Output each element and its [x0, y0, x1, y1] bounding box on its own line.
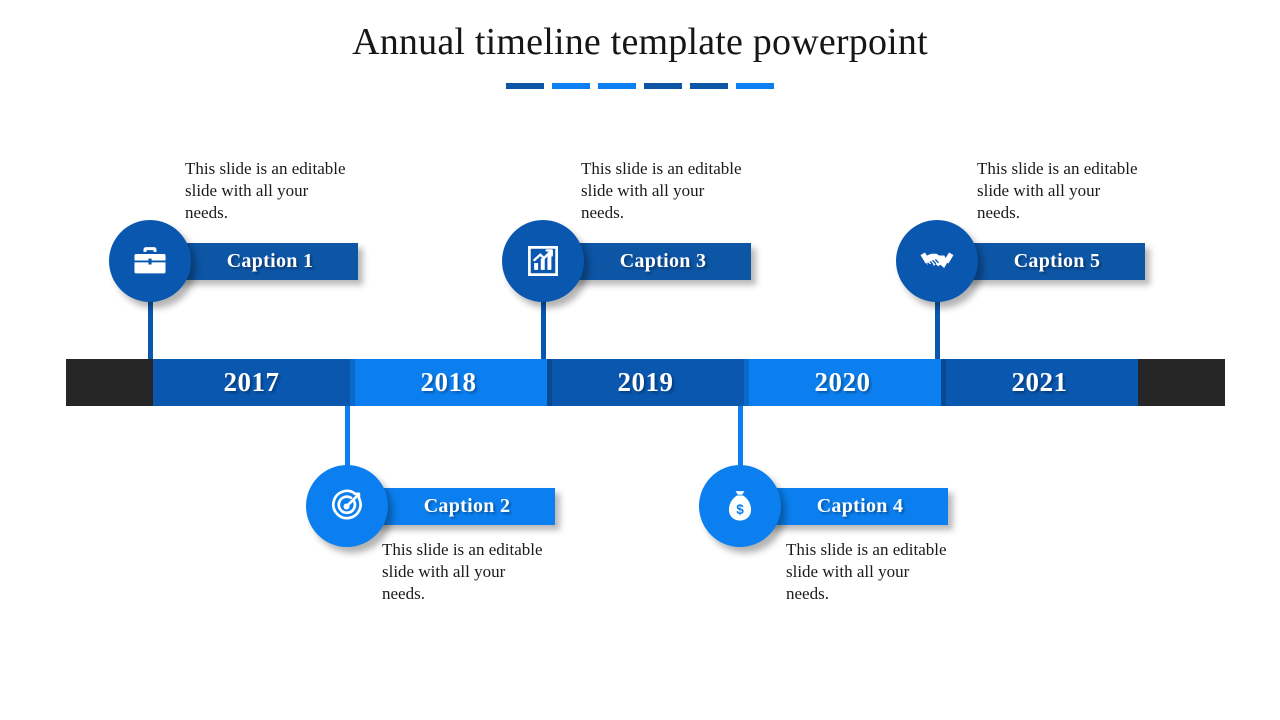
- item-description-3: This slide is an editable slide with all…: [581, 159, 742, 222]
- title-dash-2: [552, 83, 590, 89]
- year-label-2018: 2018: [420, 367, 477, 397]
- page-title: Annual timeline template powerpoint: [352, 21, 928, 63]
- caption-label-2: Caption 2: [423, 494, 511, 517]
- title-dash-6: [736, 83, 774, 89]
- caption-box-1[interactable]: Caption 1: [164, 242, 358, 280]
- year-label-2021: 2021: [1011, 367, 1068, 397]
- caption-box-3[interactable]: Caption 3: [557, 242, 751, 280]
- timeline-segment-2019[interactable]: 2019: [547, 359, 744, 406]
- caption-label-3: Caption 3: [619, 249, 707, 272]
- timeline-end-cap-left: [66, 359, 153, 406]
- title-dash-5: [690, 83, 728, 89]
- timeline-bar: 2017 2018 2019 2020 2021: [66, 359, 1225, 406]
- title-underline-dashes: [0, 83, 1280, 89]
- timeline-segment-2018[interactable]: 2018: [350, 359, 547, 406]
- title-dash-4: [644, 83, 682, 89]
- milestone-5[interactable]: Caption 5: [896, 220, 1145, 302]
- title-dash-1: [506, 83, 544, 89]
- slide-canvas: Annual timeline template powerpoint 2017…: [0, 0, 1280, 720]
- bar-chart-icon[interactable]: [502, 220, 584, 302]
- milestone-4[interactable]: $ Caption 4: [699, 465, 948, 547]
- timeline-segment-2020[interactable]: 2020: [744, 359, 941, 406]
- caption-label-1: Caption 1: [226, 249, 314, 272]
- item-description-1: This slide is an editable slide with all…: [185, 159, 346, 222]
- money-bag-icon[interactable]: $: [699, 465, 781, 547]
- timeline-segment-2017[interactable]: 2017: [153, 359, 350, 406]
- item-description-4: This slide is an editable slide with all…: [786, 540, 947, 603]
- title-dash-3: [598, 83, 636, 89]
- caption-box-2[interactable]: Caption 2: [361, 487, 555, 525]
- milestone-2[interactable]: Caption 2: [306, 465, 555, 547]
- timeline-segment-2021[interactable]: 2021: [941, 359, 1138, 406]
- milestone-1[interactable]: Caption 1: [109, 220, 358, 302]
- timeline-end-cap-right: [1138, 359, 1225, 406]
- year-label-2017: 2017: [223, 367, 280, 397]
- svg-text:$: $: [736, 502, 744, 517]
- item-description-5: This slide is an editable slide with all…: [977, 159, 1138, 222]
- handshake-icon[interactable]: [896, 220, 978, 302]
- year-label-2019: 2019: [617, 367, 674, 397]
- year-label-2020: 2020: [814, 367, 871, 397]
- briefcase-icon[interactable]: [109, 220, 191, 302]
- target-icon[interactable]: [306, 465, 388, 547]
- milestone-3[interactable]: Caption 3: [502, 220, 751, 302]
- caption-box-4[interactable]: Caption 4: [754, 487, 948, 525]
- caption-box-5[interactable]: Caption 5: [951, 242, 1145, 280]
- item-description-2: This slide is an editable slide with all…: [382, 540, 543, 603]
- caption-label-5: Caption 5: [1013, 249, 1101, 272]
- caption-label-4: Caption 4: [816, 494, 904, 517]
